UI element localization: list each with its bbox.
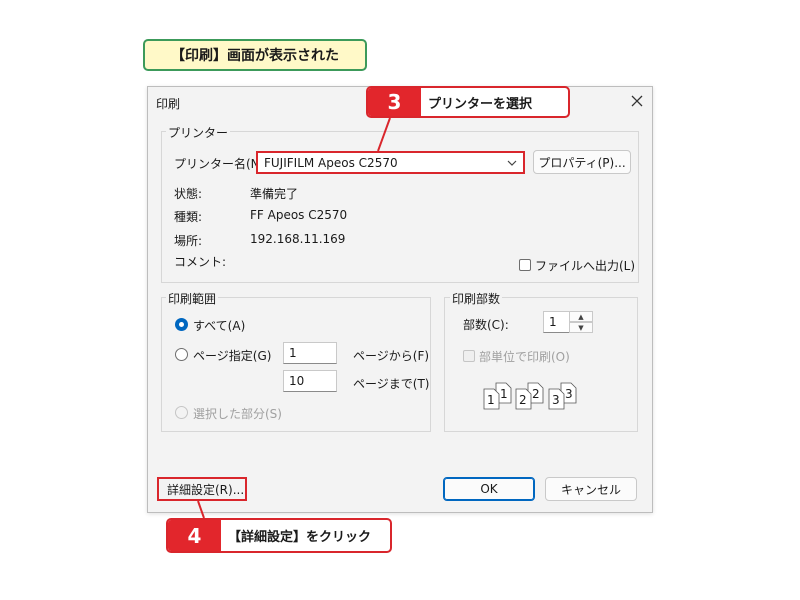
callout-step-4: 4 【詳細設定】をクリック xyxy=(166,518,392,553)
callout-number: 4 xyxy=(168,520,221,551)
callout-text: 【詳細設定】をクリック xyxy=(228,530,372,545)
callout-text: プリンターを選択 xyxy=(428,96,533,112)
callout-step-3: 3 プリンターを選択 xyxy=(366,86,570,118)
callout-number: 3 xyxy=(368,88,421,116)
